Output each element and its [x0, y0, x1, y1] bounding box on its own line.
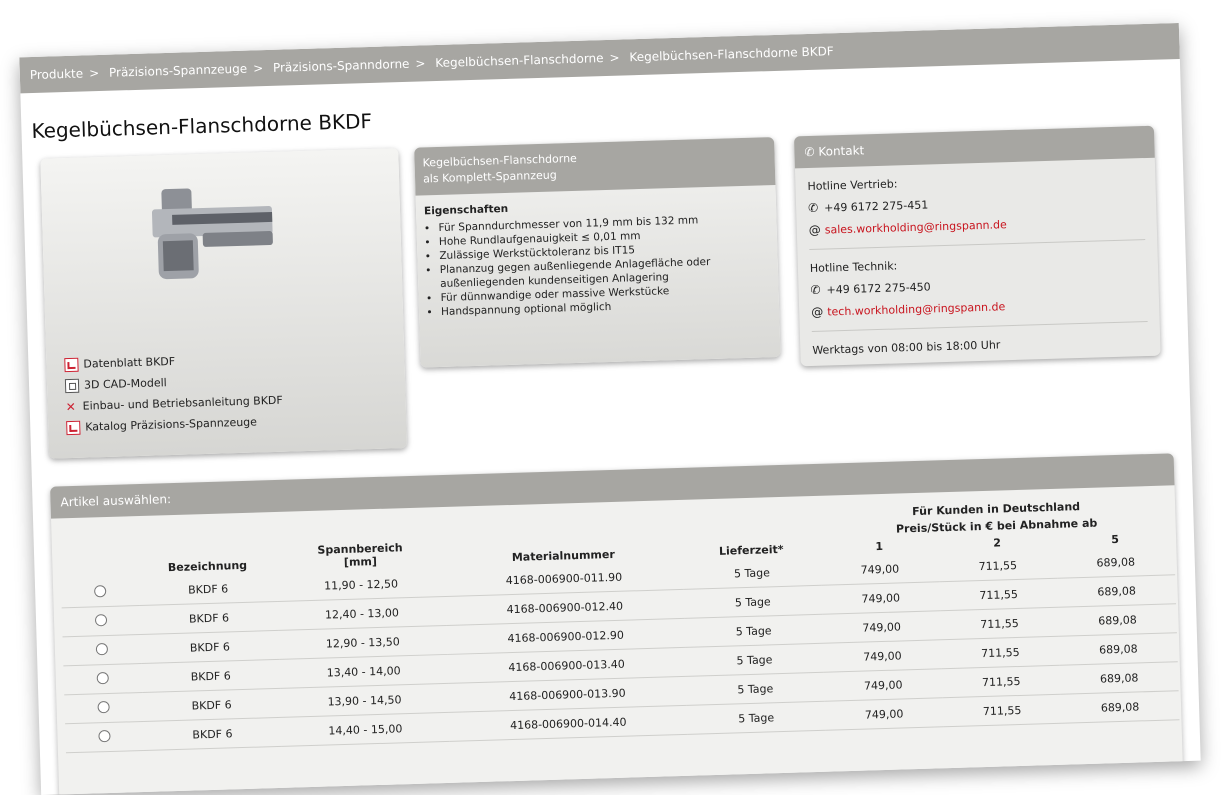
article-radio[interactable]: [98, 729, 111, 742]
select-cell: [60, 577, 140, 608]
cell-price-5: 689,08: [1058, 632, 1178, 666]
cell-price-1: 749,00: [820, 553, 940, 586]
product-image: [151, 188, 273, 280]
cell-price-5: 689,08: [1057, 574, 1177, 608]
article-table: Bezeichnung Spannbereich [mm] Materialnu…: [59, 495, 1180, 753]
breadcrumb-link-kegelbuechsen-flanschdorne[interactable]: Kegelbüchsen-Flanschdorne: [435, 51, 604, 70]
breadcrumb-link-praezisions-spanndorne[interactable]: Präzisions-Spanndorne: [273, 57, 410, 75]
phone-icon: ✆: [804, 144, 815, 160]
at-icon: @: [808, 222, 821, 238]
breadcrumb-link-produkte[interactable]: Produkte: [30, 66, 84, 82]
cad-model-label: 3D CAD-Modell: [83, 376, 167, 392]
phone-icon: ✆: [807, 200, 819, 216]
select-cell: [63, 663, 143, 695]
product-overview: Datenblatt BKDF 3D CAD-Modell ✕ Einbau- …: [22, 109, 1190, 459]
download-links: Datenblatt BKDF 3D CAD-Modell ✕ Einbau- …: [64, 348, 284, 438]
cell-price-5: 689,08: [1056, 546, 1176, 579]
article-radio[interactable]: [93, 584, 107, 597]
cell-price-1: 749,00: [822, 610, 941, 644]
divider: [809, 239, 1146, 251]
breadcrumb-separator: >: [252, 61, 264, 76]
breadcrumb-separator: >: [415, 56, 426, 71]
article-radio[interactable]: [95, 642, 109, 655]
cell-price-5: 689,08: [1060, 690, 1180, 724]
cell-price-1: 749,00: [823, 639, 942, 673]
cell-lieferzeit: 5 Tage: [683, 585, 823, 619]
cell-bezeichnung: BKDF 6: [141, 659, 281, 693]
cell-spannbereich: 14,40 - 15,00: [281, 712, 450, 747]
tech-phone[interactable]: +49 6172 275-450: [826, 280, 931, 296]
article-radio[interactable]: [97, 700, 110, 713]
cell-lieferzeit: 5 Tage: [684, 614, 824, 648]
select-cell: [61, 605, 141, 637]
col-bezeichnung: Bezeichnung: [167, 558, 248, 575]
cell-bezeichnung: BKDF 6: [143, 717, 282, 751]
cell-lieferzeit: 5 Tage: [685, 672, 825, 706]
cell-bezeichnung: BKDF 6: [139, 601, 279, 635]
description-panel: Kegelbüchsen-Flanschdorne als Komplett-S…: [414, 137, 781, 368]
cell-price-1: 749,00: [824, 697, 944, 731]
article-radio[interactable]: [94, 613, 108, 626]
sales-email-link[interactable]: sales.workholding@ringspann.de: [825, 218, 1007, 236]
breadcrumb: Produkte > Präzisions-Spannzeuge > Präzisi…: [19, 22, 1180, 94]
article-radio[interactable]: [96, 671, 109, 684]
cell-price-2: 711,55: [942, 694, 1062, 727]
breadcrumb-separator: >: [88, 66, 100, 81]
col-lieferzeit: Lieferzeit*: [718, 542, 784, 558]
cell-price-2: 711,55: [939, 578, 1059, 611]
sales-email-line: @ sales.workholding@ringspann.de: [809, 213, 1145, 237]
tech-email-line: @ tech.workholding@ringspann.de: [811, 295, 1147, 319]
phone-icon: ✆: [810, 282, 821, 297]
at-icon: @: [811, 304, 824, 319]
contact-title: Kontakt: [818, 143, 865, 159]
sales-hotline-label: Hotline Vertrieb:: [807, 177, 898, 194]
col-materialnummer: Materialnummer: [511, 547, 615, 564]
pdf-icon: [64, 357, 79, 372]
contact-body: Hotline Vertrieb: ✆ +49 6172 275-451 @ s…: [795, 158, 1161, 366]
contact-panel: ✆ Kontakt Hotline Vertrieb: ✆ +49 6172 2…: [793, 125, 1161, 367]
sales-phone[interactable]: +49 6172 275-451: [824, 198, 929, 214]
article-selection-panel: Artikel auswählen: Bezeichnung Spannbere…: [50, 453, 1184, 795]
select-cell: [64, 692, 144, 724]
cell-price-1: 749,00: [821, 581, 941, 615]
catalog-label: Katalog Präzisions-Spannzeuge: [85, 415, 258, 434]
cell-bezeichnung: BKDF 6: [138, 572, 278, 606]
divider: [811, 321, 1148, 332]
cell-price-2: 711,55: [940, 607, 1059, 640]
business-hours: Werktags von 08:00 bis 18:00 Uhr: [812, 338, 1001, 357]
cell-price-2: 711,55: [940, 636, 1060, 669]
select-column-header: [59, 526, 138, 579]
tech-hotline-label: Hotline Technik:: [809, 259, 898, 276]
breadcrumb-current: Kegelbüchsen-Flanschdorne BKDF: [629, 44, 834, 65]
cell-price-5: 689,08: [1058, 603, 1177, 637]
cell-price-1: 749,00: [823, 668, 943, 702]
cell-bezeichnung: BKDF 6: [140, 630, 280, 664]
cell-lieferzeit: 5 Tage: [682, 556, 822, 590]
select-cell: [65, 721, 144, 753]
product-image-panel: Datenblatt BKDF 3D CAD-Modell ✕ Einbau- …: [40, 148, 408, 459]
breadcrumb-link-praezisions-spannzeuge[interactable]: Präzisions-Spannzeuge: [109, 62, 248, 80]
breadcrumb-separator: >: [609, 50, 620, 65]
tech-email-link[interactable]: tech.workholding@ringspann.de: [827, 300, 1005, 318]
cell-lieferzeit: 5 Tage: [686, 701, 826, 735]
cell-price-2: 711,55: [938, 549, 1058, 582]
sales-phone-line: ✆ +49 6172 275-451: [808, 191, 1144, 215]
pdf-icon: [66, 420, 81, 435]
cell-materialnummer: 4168-006900-014.40: [448, 705, 688, 742]
cell-price-2: 711,55: [941, 665, 1061, 698]
cad-model-icon: [64, 378, 80, 393]
tech-phone-line: ✆ +49 6172 275-450: [810, 273, 1146, 297]
select-cell: [62, 634, 142, 666]
cell-price-5: 689,08: [1059, 661, 1179, 695]
description-body: Eigenschaften Für Spanndurchmesser von 1…: [416, 185, 780, 330]
col-spannbereich: Spannbereich [mm]: [275, 517, 444, 573]
cell-bezeichnung: BKDF 6: [142, 688, 282, 722]
tools-icon: ✕: [65, 399, 76, 414]
page-sheet: Produkte > Präzisions-Spannzeuge > Präzisi…: [19, 22, 1201, 795]
properties-list: Für Spanndurchmesser von 11,9 mm bis 132…: [424, 211, 771, 319]
cell-lieferzeit: 5 Tage: [685, 643, 824, 677]
manual-label: Einbau- und Betriebsanleitung BKDF: [82, 393, 283, 413]
datasheet-label: Datenblatt BKDF: [83, 354, 176, 371]
